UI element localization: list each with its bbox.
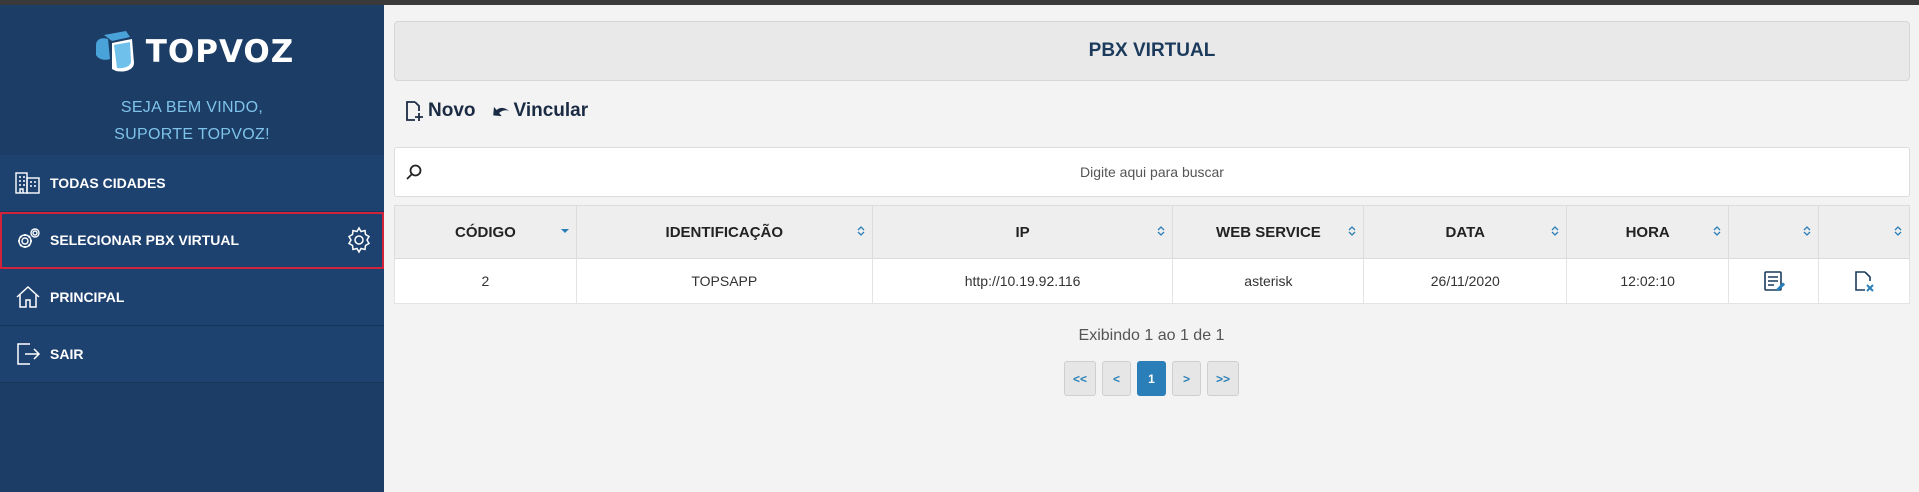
sidebar-item-label: TODAS CIDADES <box>50 175 166 191</box>
column-header-data[interactable]: DATA <box>1363 205 1568 259</box>
home-icon <box>16 285 40 308</box>
sidebar-item-label: PRINCIPAL <box>50 289 125 305</box>
cell-data: 26/11/2020 <box>1363 258 1568 304</box>
buildings-icon <box>15 172 40 194</box>
column-header-label: IDENTIFICAÇÃO <box>665 223 784 241</box>
sidebar-item-label: SAIR <box>50 346 84 362</box>
welcome-message: SEJA BEM VINDO, SUPORTE TOPVOZ! <box>0 94 384 148</box>
file-plus-icon <box>406 101 423 121</box>
table-header-row: CÓDIGO IDENTIFICAÇÃO IP WEB SERVICE DATA… <box>394 205 1910 259</box>
column-header-label: DATA <box>1445 223 1485 241</box>
action-bar: Novo Vincular <box>404 100 588 122</box>
sidebar: TOPVOZ SEJA BEM VINDO, SUPORTE TOPVOZ! T… <box>0 5 384 492</box>
cell-codigo: 2 <box>394 258 577 304</box>
column-header-label: CÓDIGO <box>455 223 516 241</box>
column-header-identificacao[interactable]: IDENTIFICAÇÃO <box>575 205 873 259</box>
brand-name: TOPVOZ <box>145 34 295 70</box>
column-header-delete[interactable] <box>1818 205 1910 259</box>
page-title: PBX VIRTUAL <box>1088 40 1216 61</box>
reply-arrow-icon <box>492 106 509 117</box>
column-header-ip[interactable]: IP <box>871 205 1174 259</box>
column-header-edit[interactable] <box>1728 205 1820 259</box>
pbx-table: CÓDIGO IDENTIFICAÇÃO IP WEB SERVICE DATA… <box>394 205 1910 304</box>
sort-icon <box>1894 226 1902 236</box>
page-header: PBX VIRTUAL <box>394 21 1910 81</box>
main-content: PBX VIRTUAL Novo Vincular CÓDIGO <box>384 5 1919 492</box>
results-summary: Exibindo 1 ao 1 de 1 <box>1078 327 1225 344</box>
sidebar-item-selecionar-pbx-virtual[interactable]: SELECIONAR PBX VIRTUAL <box>0 212 384 269</box>
column-header-label: HORA <box>1625 223 1670 241</box>
logout-icon <box>17 343 41 365</box>
cell-delete <box>1818 258 1910 304</box>
link-button[interactable]: Vincular <box>490 100 589 122</box>
search-input[interactable] <box>395 148 1909 196</box>
sidebar-item-sair[interactable]: SAIR <box>0 326 384 383</box>
column-header-web-service[interactable]: WEB SERVICE <box>1172 205 1365 259</box>
cell-ip: http://10.19.92.116 <box>871 258 1174 304</box>
welcome-line-2: SUPORTE TOPVOZ! <box>114 126 270 143</box>
sidebar-item-todas-cidades[interactable]: TODAS CIDADES <box>0 155 384 212</box>
cell-edit <box>1728 258 1820 304</box>
brand-area: TOPVOZ SEJA BEM VINDO, SUPORTE TOPVOZ! <box>0 5 384 155</box>
column-header-label: WEB SERVICE <box>1216 223 1321 241</box>
page-prev-button[interactable]: < <box>1102 361 1131 396</box>
cell-hora: 12:02:10 <box>1566 258 1730 304</box>
cell-web-service: asterisk <box>1172 258 1365 304</box>
gear-icon[interactable] <box>344 225 374 255</box>
delete-file-icon[interactable] <box>1853 270 1875 292</box>
search-icon <box>406 164 422 180</box>
logo-icon <box>95 31 134 72</box>
sort-icon <box>1158 226 1165 236</box>
sort-icon <box>1348 226 1356 236</box>
sort-icon <box>1803 226 1811 236</box>
page-first-button[interactable]: << <box>1063 361 1096 396</box>
link-button-label: Vincular <box>513 100 589 121</box>
topvoz-logo: TOPVOZ <box>90 29 295 75</box>
table-row[interactable]: 2 TOPSAPP http://10.19.92.116 asterisk 2… <box>394 258 1910 304</box>
column-header-codigo[interactable]: CÓDIGO <box>394 205 577 259</box>
page-next-button[interactable]: > <box>1172 361 1201 396</box>
gears-icon <box>18 228 40 248</box>
sort-desc-icon <box>560 229 569 233</box>
sort-icon <box>1551 226 1559 236</box>
cell-identificacao: TOPSAPP <box>575 258 873 304</box>
sidebar-item-principal[interactable]: PRINCIPAL <box>0 269 384 326</box>
new-button-label: Novo <box>428 100 476 121</box>
page-last-button[interactable]: >> <box>1207 361 1240 396</box>
sort-icon <box>1713 226 1721 236</box>
column-header-label: IP <box>1015 223 1030 241</box>
sidebar-item-label: SELECIONAR PBX VIRTUAL <box>50 232 240 248</box>
welcome-line-1: SEJA BEM VINDO, <box>120 99 264 116</box>
search-bar <box>394 147 1910 197</box>
edit-list-icon[interactable] <box>1763 270 1785 292</box>
pagination: << < 1 > >> <box>384 361 1919 396</box>
column-header-hora[interactable]: HORA <box>1566 205 1730 259</box>
new-button[interactable]: Novo <box>404 100 476 122</box>
page-current-button[interactable]: 1 <box>1137 361 1166 396</box>
sort-icon <box>857 226 865 236</box>
